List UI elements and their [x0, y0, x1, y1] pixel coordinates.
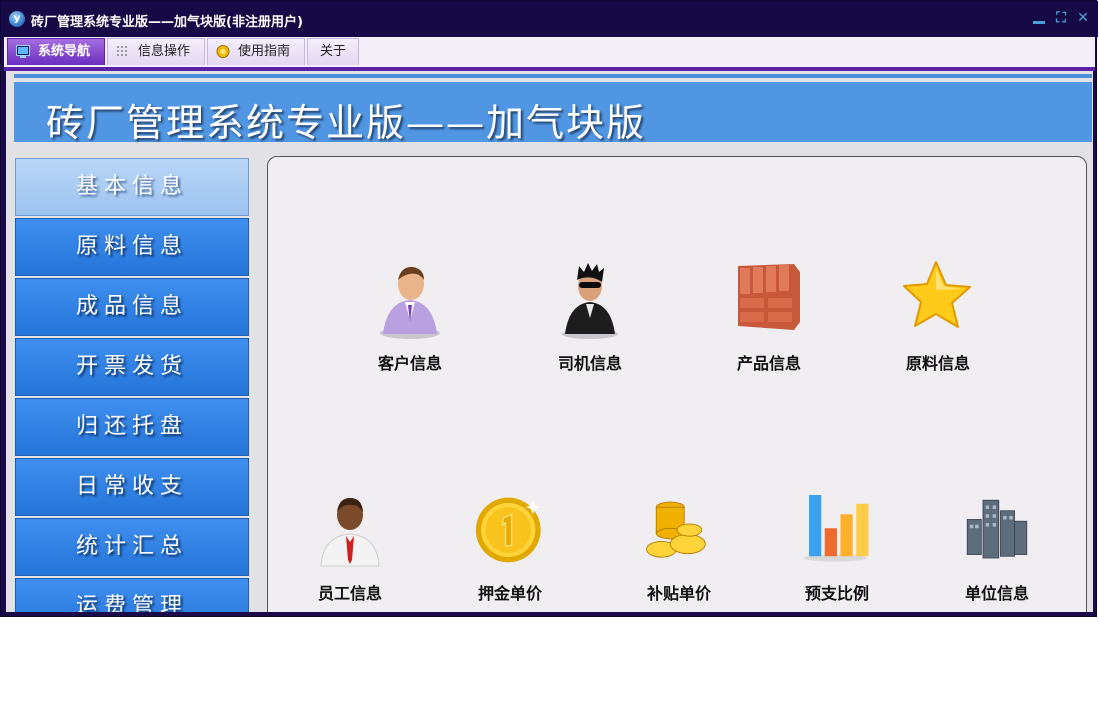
sidebar-item-product-info[interactable]: 成品信息	[15, 278, 249, 336]
tab-label: 使用指南	[238, 44, 291, 59]
coin-stack-icon	[646, 501, 706, 558]
sidebar-item-return-pallets[interactable]: 归还托盘	[15, 398, 249, 456]
tile-label: 补贴单价	[646, 584, 711, 603]
tile-material-info[interactable]: 原料信息	[878, 260, 998, 390]
menu-bar: 系统导航 信息操作 使用指南 关于	[4, 37, 1095, 67]
buildings-icon	[966, 499, 1028, 559]
close-icon[interactable]: ✕	[1075, 10, 1091, 26]
tile-advance-ratio[interactable]: 预支比例	[777, 490, 897, 612]
tile-label: 预支比例	[804, 584, 869, 603]
gold-coin-icon	[475, 497, 541, 563]
tile-product-info[interactable]: 产品信息	[709, 260, 829, 390]
title-bar[interactable]: y 砖厂管理系统专业版——加气块版(非注册用户) ⛶ ✕	[1, 1, 1098, 37]
navigation-panel: 客户信息 司机信息 产品信息 原料信息 员工信息 押金单价 补贴单价 预支比例 …	[267, 156, 1087, 612]
tile-label: 原料信息	[905, 354, 970, 373]
sidebar-item-basic-info[interactable]: 基本信息	[15, 158, 249, 216]
bricks-icon	[738, 264, 800, 330]
grid-icon	[117, 46, 127, 56]
banner-stripe	[14, 74, 1092, 78]
main-content: 砖厂管理系统专业版——加气块版 基本信息 原料信息 成品信息 开票发货 归还托盘…	[6, 71, 1093, 612]
tile-label: 司机信息	[557, 354, 622, 373]
driver-person-icon	[562, 263, 618, 339]
customer-person-icon	[380, 266, 440, 339]
tile-deposit-price[interactable]: 押金单价	[450, 490, 570, 612]
header-banner: 砖厂管理系统专业版——加气块版	[14, 82, 1092, 145]
tile-label: 产品信息	[736, 354, 801, 373]
restore-icon[interactable]: ⛶	[1053, 10, 1069, 26]
banner-title: 砖厂管理系统专业版——加气块版	[46, 101, 647, 145]
tile-driver-info[interactable]: 司机信息	[530, 260, 650, 390]
employee-person-icon	[320, 498, 380, 567]
minimize-icon[interactable]	[1031, 10, 1047, 26]
tile-label: 员工信息	[317, 584, 382, 603]
tab-about[interactable]: 关于	[307, 38, 359, 65]
tile-unit-info[interactable]: 单位信息	[937, 490, 1057, 612]
window-title: 砖厂管理系统专业版——加气块版(非注册用户)	[31, 15, 303, 30]
sidebar-item-freight[interactable]: 运费管理	[15, 578, 249, 612]
sidebar: 基本信息 原料信息 成品信息 开票发货 归还托盘 日常收支 统计汇总 运费管理	[15, 158, 249, 612]
help-circle-icon	[216, 45, 230, 58]
monitor-icon	[16, 45, 30, 58]
tab-label: 系统导航	[38, 44, 91, 59]
star-icon	[903, 261, 971, 328]
tab-label: 关于	[320, 44, 347, 59]
tile-customer-info[interactable]: 客户信息	[350, 260, 470, 390]
tab-system-navigation[interactable]: 系统导航	[7, 38, 105, 65]
tab-label: 信息操作	[138, 44, 191, 59]
tile-employee-info[interactable]: 员工信息	[290, 490, 410, 612]
sidebar-item-statistics[interactable]: 统计汇总	[15, 518, 249, 576]
tile-subsidy-price[interactable]: 补贴单价	[619, 490, 739, 612]
bar-chart-icon	[803, 495, 869, 562]
tile-label: 客户信息	[377, 354, 442, 373]
sidebar-item-daily-finance[interactable]: 日常收支	[15, 458, 249, 516]
app-window: y 砖厂管理系统专业版——加气块版(非注册用户) ⛶ ✕ 系统导航 信息操作 使…	[0, 0, 1098, 617]
tab-info-operations[interactable]: 信息操作	[107, 38, 205, 65]
app-logo-icon: y	[9, 11, 25, 27]
tile-label: 单位信息	[964, 584, 1029, 603]
sidebar-item-material-info[interactable]: 原料信息	[15, 218, 249, 276]
tab-user-guide[interactable]: 使用指南	[207, 38, 305, 65]
sidebar-item-invoice-shipping[interactable]: 开票发货	[15, 338, 249, 396]
tile-label: 押金单价	[477, 584, 542, 603]
